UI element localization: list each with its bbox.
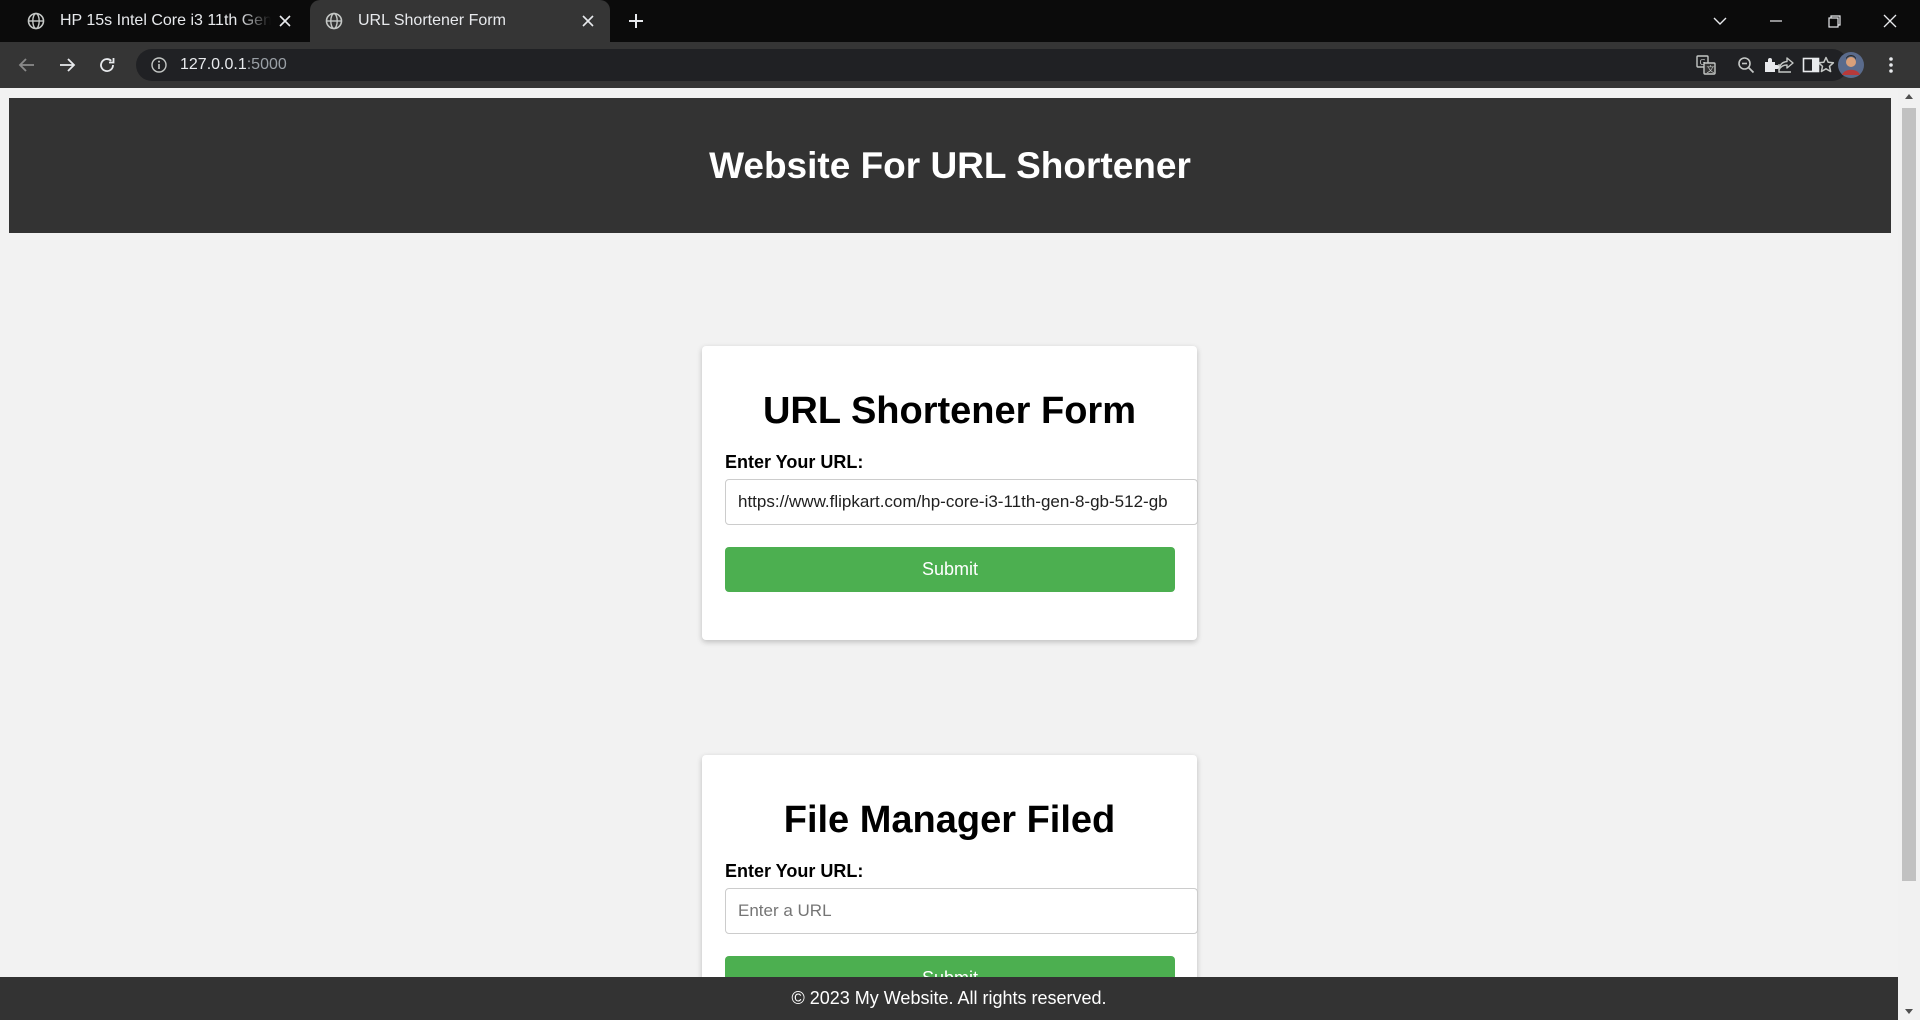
url-host: 127.0.0.1 xyxy=(180,56,247,73)
url-label: Enter Your URL: xyxy=(725,861,864,881)
tab-title: URL Shortener Form xyxy=(358,12,506,29)
zoom-out-icon[interactable] xyxy=(1732,51,1760,79)
globe-icon xyxy=(324,11,344,31)
form-title: URL Shortener Form xyxy=(762,390,1136,432)
site-footer: © 2023 My Website. All rights reserved. xyxy=(0,977,1898,1020)
page-title: Website For URL Shortener xyxy=(709,144,1191,186)
url-input[interactable]: Enter a URL xyxy=(725,888,1198,934)
svg-text:文: 文 xyxy=(1707,64,1715,74)
browser-toolbar: 127.0.0.1:5000 G文 xyxy=(0,42,1920,88)
page-scrollbar[interactable] xyxy=(1898,88,1920,1020)
site-header: Website For URL Shortener xyxy=(9,98,1891,233)
menu-icon[interactable] xyxy=(1877,51,1905,79)
tab-url-shortener[interactable]: URL Shortener Form xyxy=(310,0,610,42)
forward-icon[interactable] xyxy=(53,51,81,79)
tab-hp-laptop[interactable]: HP 15s Intel Core i3 11th Gen - (8 xyxy=(12,0,307,42)
avatar[interactable] xyxy=(1837,51,1865,79)
back-icon[interactable] xyxy=(13,51,41,79)
form-title: File Manager Filed xyxy=(783,799,1116,841)
close-window-icon[interactable] xyxy=(1862,0,1918,42)
address-bar[interactable]: 127.0.0.1:5000 G文 xyxy=(136,49,1848,81)
url-input[interactable]: https://www.flipkart.com/hp-core-i3-11th… xyxy=(725,479,1198,525)
scroll-up-arrow-icon[interactable] xyxy=(1898,88,1920,105)
info-icon[interactable] xyxy=(150,56,168,74)
tab-title: HP 15s Intel Core i3 11th Gen - (8 xyxy=(60,12,271,29)
translate-icon[interactable]: G文 xyxy=(1692,51,1720,79)
extensions-icon[interactable] xyxy=(1757,51,1785,79)
tab-strip: HP 15s Intel Core i3 11th Gen - (8 URL S… xyxy=(0,0,1920,42)
plus-icon[interactable] xyxy=(622,7,650,35)
restore-icon[interactable] xyxy=(1806,0,1862,42)
scrollbar-thumb[interactable] xyxy=(1902,108,1916,881)
page-viewport: Website For URL Shortener URL Shortener … xyxy=(0,88,1920,1020)
reload-icon[interactable] xyxy=(93,51,121,79)
url-label: Enter Your URL: xyxy=(725,452,864,472)
footer-text: © 2023 My Website. All rights reserved. xyxy=(791,988,1107,1008)
close-icon[interactable] xyxy=(574,7,602,35)
globe-icon xyxy=(26,11,46,31)
url-port: :5000 xyxy=(246,56,287,73)
url-shortener-card: URL Shortener Form Enter Your URL: https… xyxy=(702,346,1198,640)
tab-search-chevron-icon[interactable] xyxy=(1692,0,1748,42)
minimize-icon[interactable] xyxy=(1748,0,1804,42)
submit-button[interactable]: Submit xyxy=(725,547,1175,592)
side-panel-icon[interactable] xyxy=(1797,51,1825,79)
scroll-down-arrow-icon[interactable] xyxy=(1898,1003,1920,1020)
close-icon[interactable] xyxy=(271,7,299,35)
